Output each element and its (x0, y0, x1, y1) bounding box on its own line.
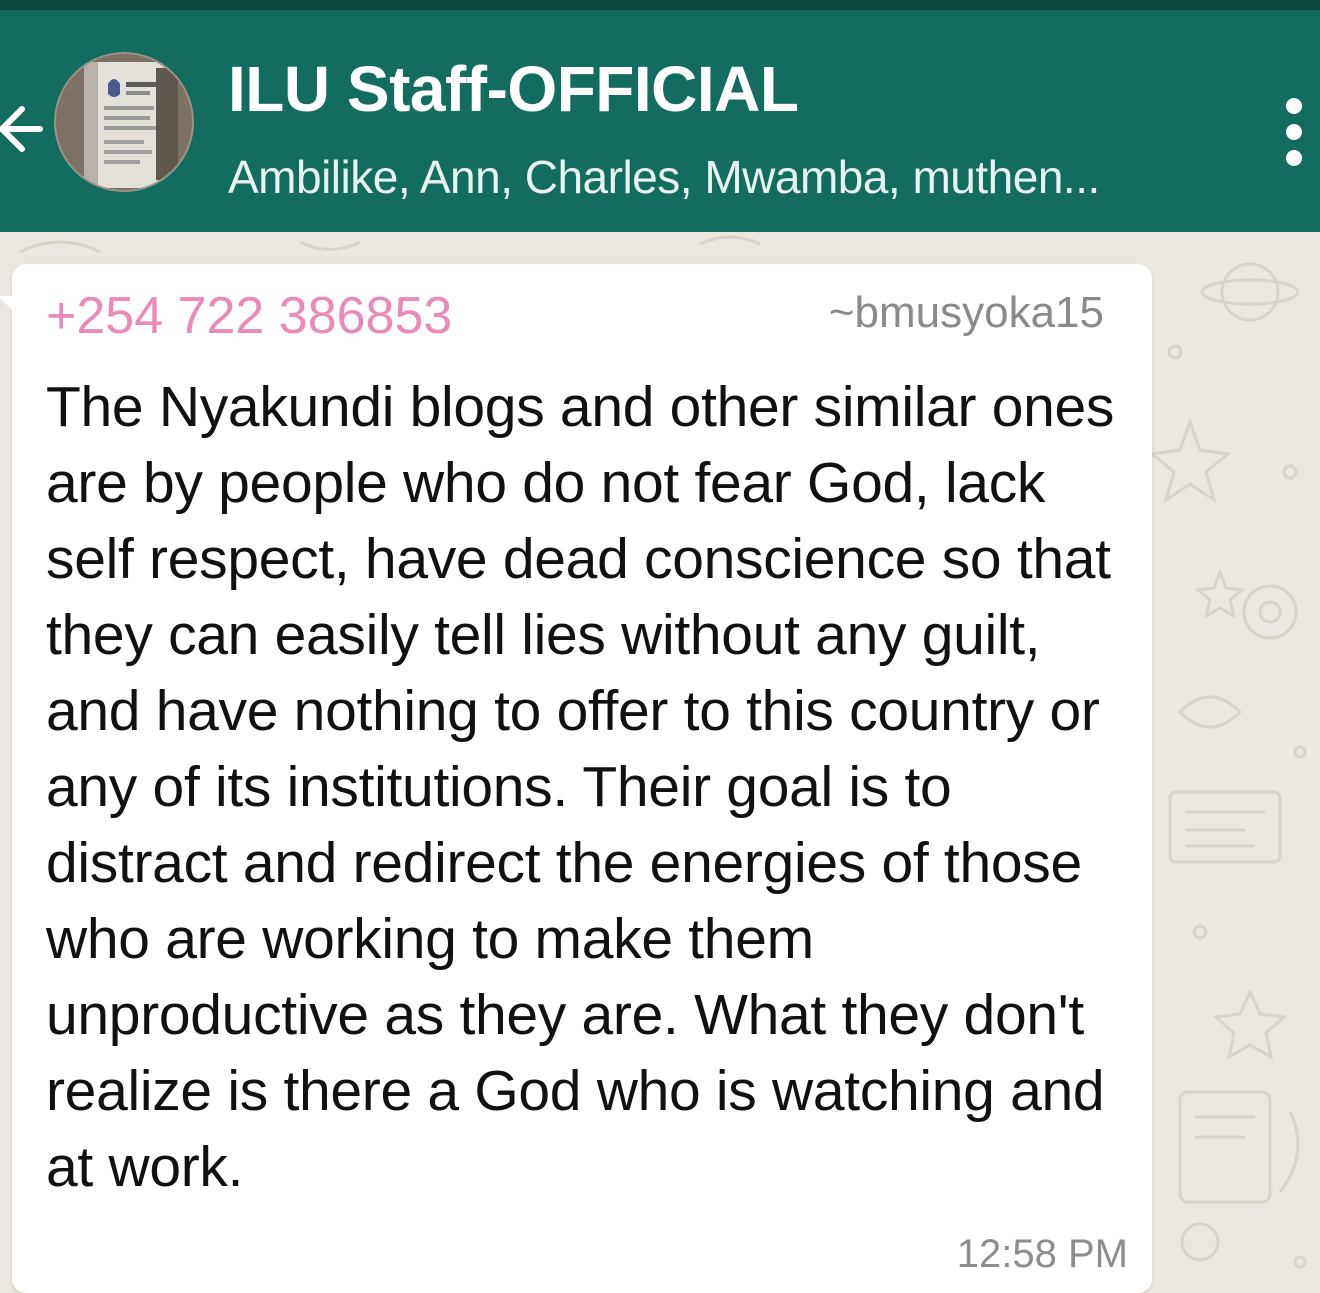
chat-title[interactable]: ILU Staff-OFFICIAL (228, 52, 799, 126)
status-bar (0, 0, 1320, 10)
more-vert-icon[interactable] (1278, 92, 1310, 172)
sender-phone[interactable]: +254 722 386853 (46, 286, 452, 346)
group-members[interactable]: Ambilike, Ann, Charles, Mwamba, muthen..… (228, 150, 1228, 204)
message-timestamp: 12:58 PM (956, 1232, 1128, 1276)
chat-header: ILU Staff-OFFICIAL Ambilike, Ann, Charle… (0, 10, 1320, 232)
bubble-tail (0, 296, 28, 326)
arrow-back-icon[interactable] (0, 94, 44, 164)
sender-name: ~bmusyoka15 (828, 288, 1104, 337)
message-text: The Nyakundi blogs and other similar one… (46, 375, 1115, 1199)
chat-area[interactable]: +254 722 386853 ~bmusyoka15 The Nyakundi… (0, 232, 1320, 1293)
message-bubble[interactable]: +254 722 386853 ~bmusyoka15 The Nyakundi… (0, 264, 1152, 1293)
whatsapp-chat-screen: ILU Staff-OFFICIAL Ambilike, Ann, Charle… (0, 0, 1320, 1293)
group-avatar[interactable] (54, 52, 194, 192)
